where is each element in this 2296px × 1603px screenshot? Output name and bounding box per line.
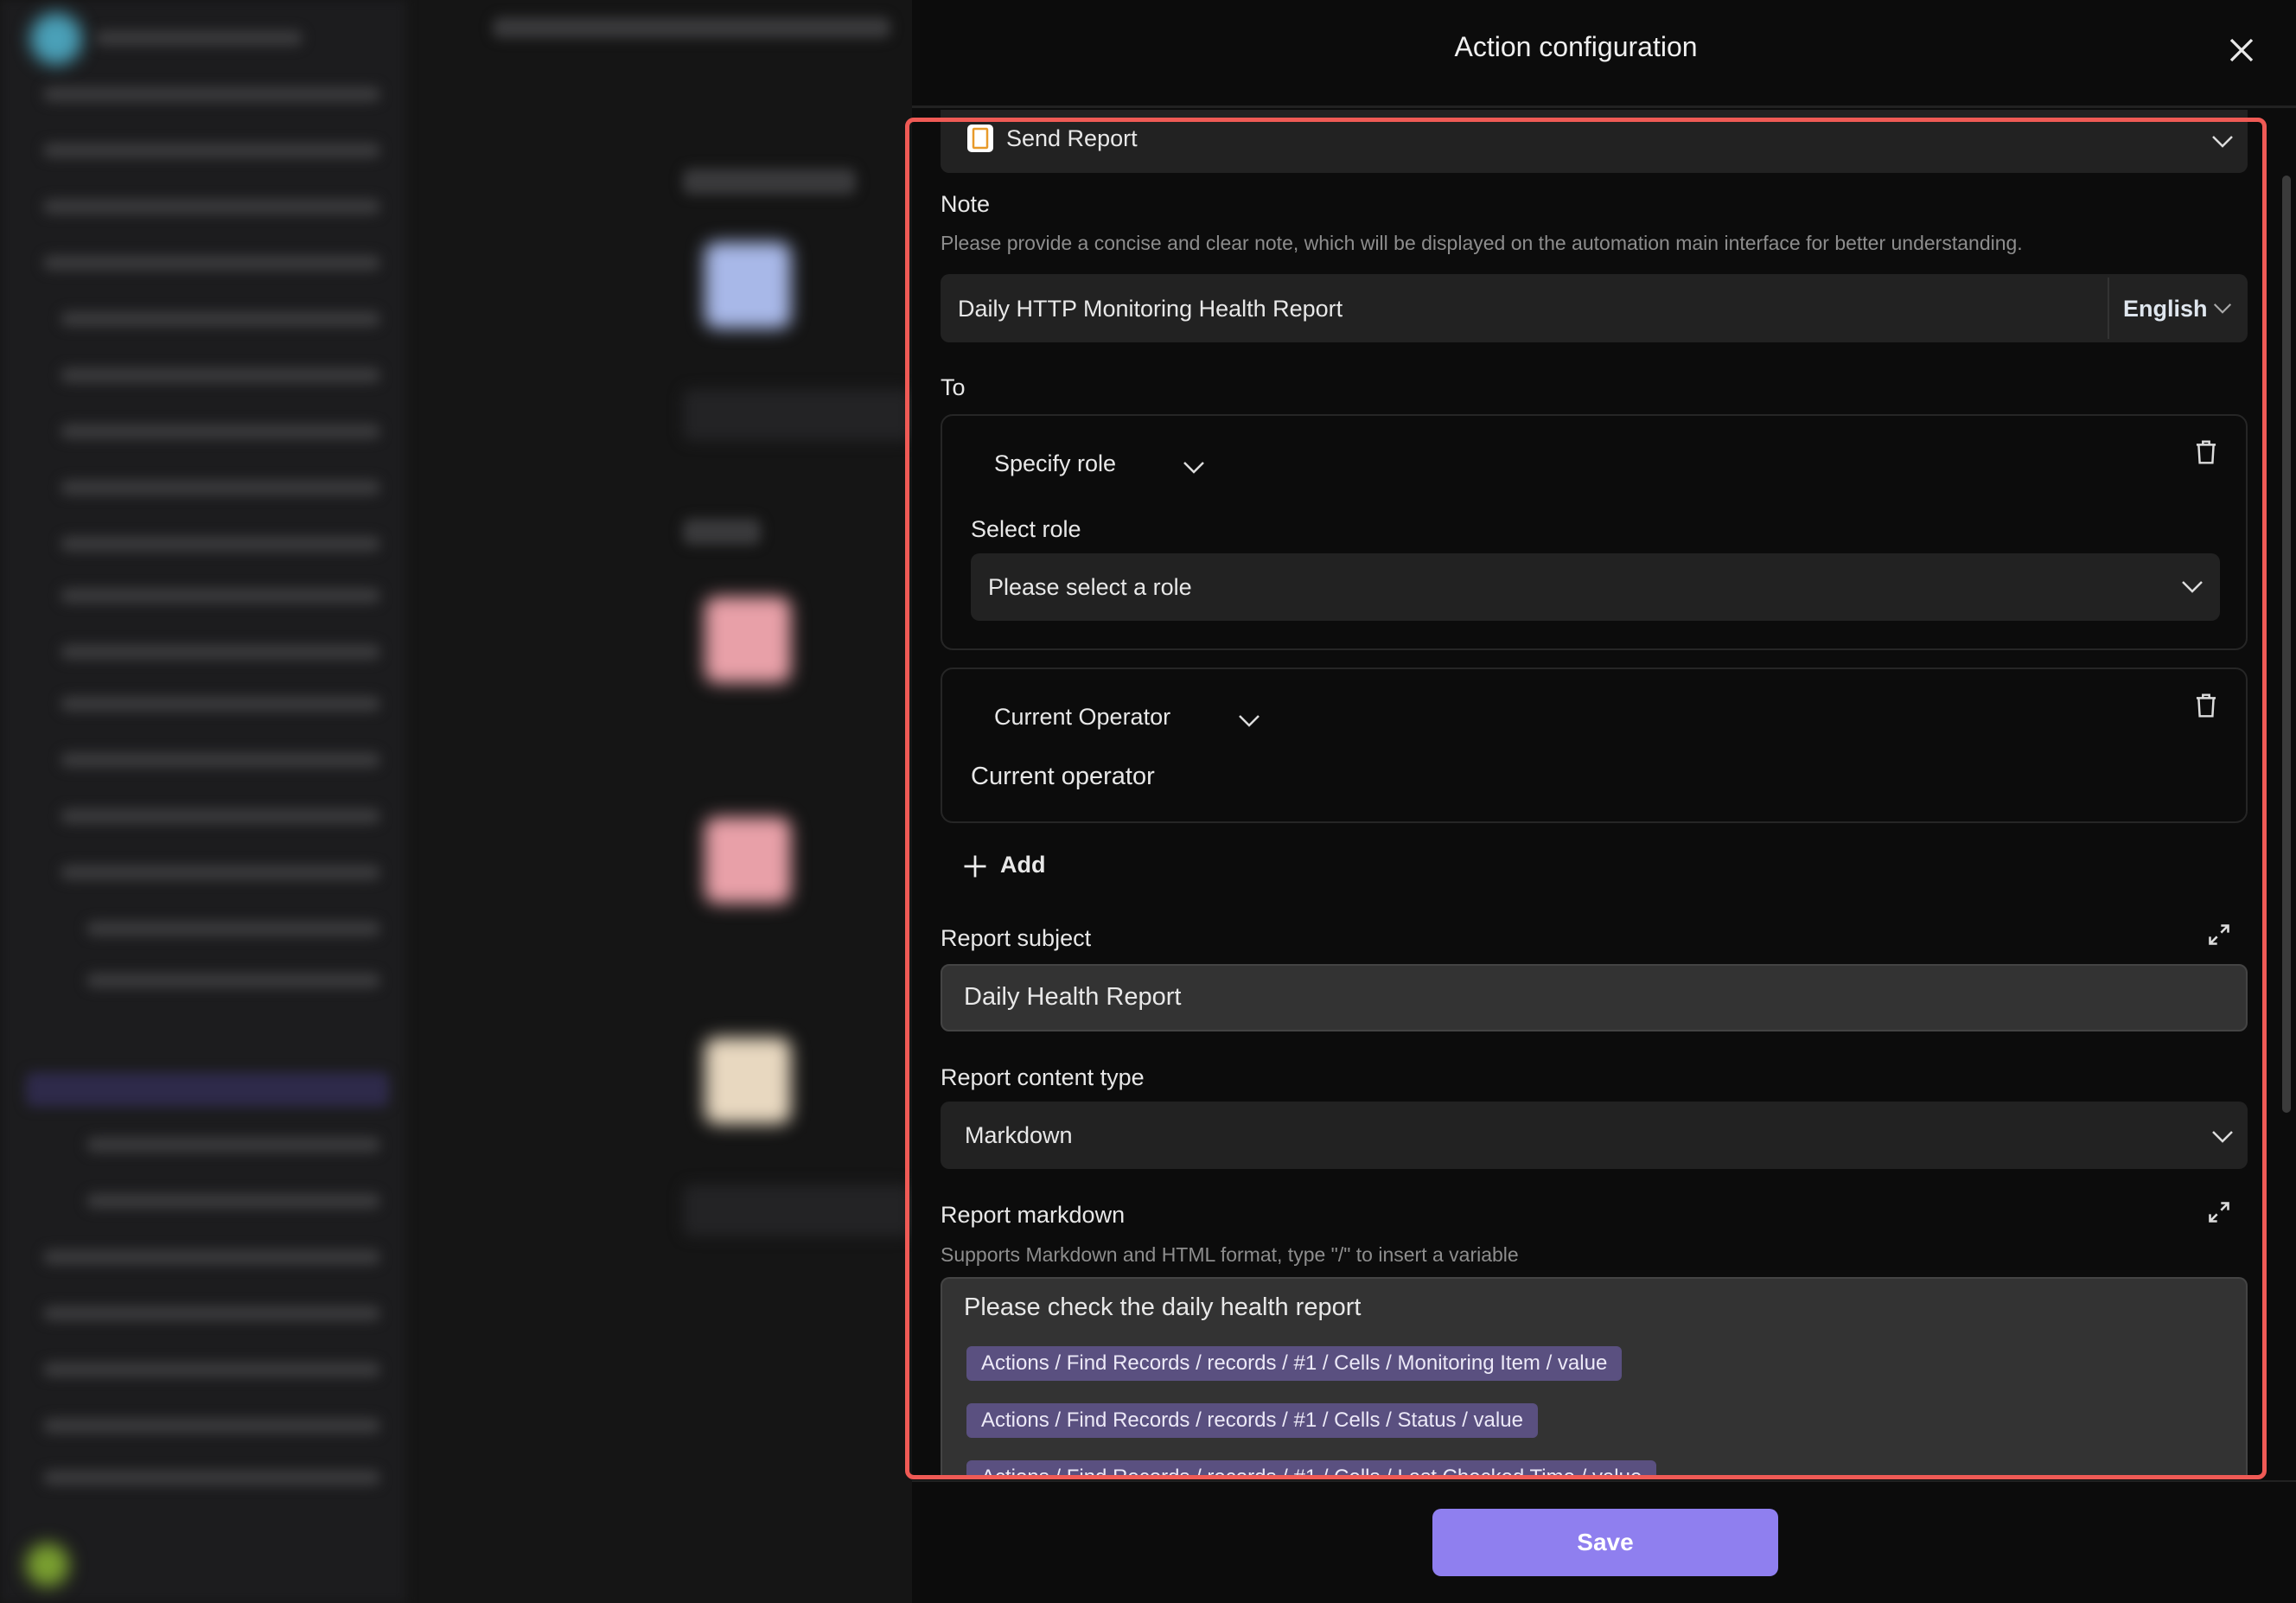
note-input[interactable]: Daily HTTP Monitoring Health Report — [958, 296, 1343, 323]
report-markdown-description: Supports Markdown and HTML format, type … — [941, 1243, 1519, 1266]
report-content-type-label: Report content type — [941, 1064, 1145, 1090]
expand-icon[interactable] — [2207, 923, 2231, 947]
close-icon[interactable] — [2226, 35, 2257, 66]
trash-icon[interactable] — [2193, 692, 2219, 719]
current-operator-value: Current operator — [971, 763, 1155, 790]
chevron-down-icon — [2212, 136, 2233, 148]
blurred-background-app — [0, 0, 912, 1603]
add-label: Add — [1000, 852, 1046, 878]
variable-chip[interactable]: Actions / Find Records / records / #1 / … — [966, 1346, 1623, 1381]
action-type-value: Send Report — [1006, 125, 1138, 151]
variable-chip[interactable]: Actions / Find Records / records / #1 / … — [966, 1403, 1538, 1438]
recipient-type-value: Current Operator — [994, 704, 1171, 730]
report-markdown-editor[interactable]: Please check the daily health report Act… — [941, 1277, 2248, 1475]
recipient-card-operator: Current Operator Current operator — [941, 667, 2248, 823]
footer-divider — [912, 1480, 2296, 1482]
report-subject-label: Report subject — [941, 925, 1092, 951]
save-button[interactable]: Save — [1432, 1509, 1778, 1576]
note-label: Note — [941, 191, 991, 217]
report-content-type-value: Markdown — [965, 1122, 1073, 1148]
chevron-down-icon — [1239, 715, 1260, 727]
chevron-down-icon — [2212, 1131, 2233, 1143]
language-select[interactable]: English — [2109, 274, 2248, 342]
markdown-text: Please check the daily health report — [964, 1293, 1362, 1321]
trash-icon[interactable] — [2193, 438, 2219, 466]
report-markdown-label: Report markdown — [941, 1202, 1126, 1228]
header-divider — [912, 105, 2296, 108]
chevron-down-icon — [2213, 303, 2232, 314]
report-subject-value: Daily Health Report — [964, 983, 1182, 1011]
role-select-placeholder: Please select a role — [988, 574, 1192, 600]
expand-icon[interactable] — [2207, 1200, 2231, 1224]
plus-icon — [964, 855, 986, 878]
note-description: Please provide a concise and clear note,… — [941, 232, 2023, 254]
report-content-type-select[interactable]: Markdown — [941, 1102, 2248, 1169]
to-label: To — [941, 374, 966, 400]
note-input-group: Daily HTTP Monitoring Health Report Engl… — [941, 274, 2248, 342]
recipient-type-select[interactable]: Current Operator — [994, 704, 1288, 738]
add-recipient-button[interactable]: Add — [962, 850, 1066, 885]
recipient-type-select[interactable]: Specify role — [994, 450, 1271, 485]
report-icon — [967, 125, 993, 152]
recipient-type-value: Specify role — [994, 450, 1117, 476]
panel-title: Action configuration — [1454, 31, 1698, 62]
report-subject-input[interactable]: Daily Health Report — [941, 964, 2248, 1031]
chevron-down-icon — [1183, 462, 1204, 474]
variable-chip[interactable]: Actions / Find Records / records / #1 / … — [966, 1460, 1657, 1475]
recipient-card-role: Specify role Select role Please select a… — [941, 414, 2248, 650]
action-type-select[interactable]: Send Report — [941, 110, 2248, 173]
select-role-label: Select role — [971, 516, 1081, 542]
language-value: English — [2123, 296, 2208, 322]
action-configuration-panel: Action configuration Send Report Note Pl… — [905, 0, 2296, 1603]
role-select[interactable]: Please select a role — [971, 553, 2220, 621]
chevron-down-icon — [2182, 581, 2203, 593]
scrollbar[interactable] — [2282, 176, 2291, 1113]
